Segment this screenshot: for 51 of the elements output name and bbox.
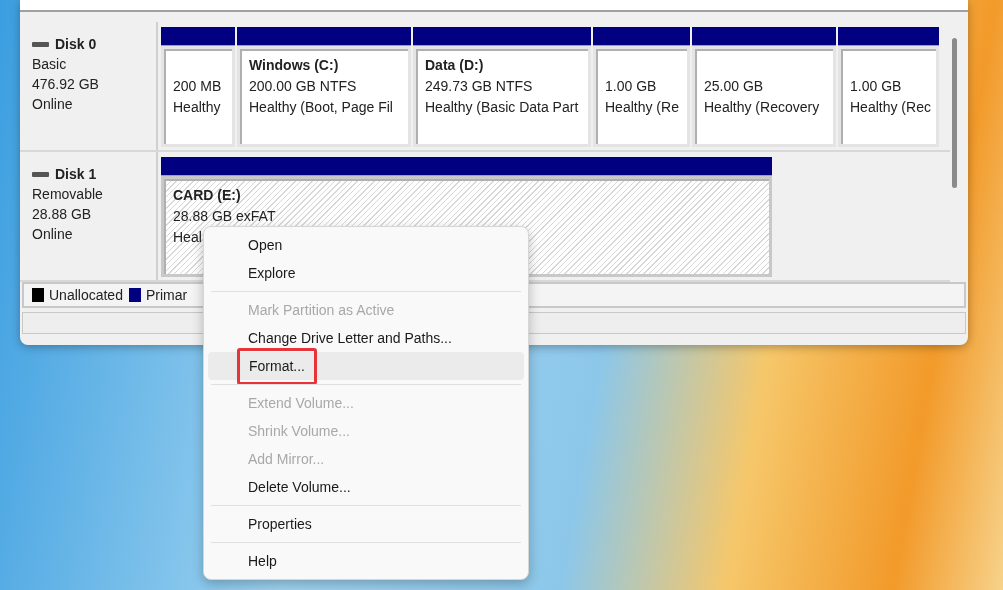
partition-panel[interactable]: 1.00 GB Healthy (Re	[593, 46, 690, 147]
menu-item[interactable]: Help	[208, 547, 524, 575]
volume-status: Heal	[173, 228, 202, 247]
volume-size: 25.00 GB	[704, 77, 764, 96]
legend-label: Primar	[145, 285, 188, 305]
menu-item-label: Help	[248, 551, 277, 571]
menu-item-label: Add Mirror...	[248, 449, 325, 469]
volume-name: Windows (C:)	[249, 56, 339, 75]
disk-name: Disk 1	[55, 165, 97, 184]
menu-item-label: Extend Volume...	[248, 393, 354, 413]
volume-size: 1.00 GB	[605, 77, 657, 96]
disk-size: 476.92 GB	[32, 75, 99, 94]
partition-panel[interactable]: Data (D:) 249.73 GB NTFS Healthy (Basic Data Part	[413, 46, 591, 147]
disk-status: Online	[32, 225, 73, 244]
volume-size: 249.73 GB NTFS	[425, 77, 533, 96]
menu-item-label: Open	[248, 235, 283, 255]
menu-item[interactable]: Delete Volume...	[208, 473, 524, 501]
partition-panel[interactable]: 25.00 GB Healthy (Recovery	[692, 46, 836, 147]
disk-drive-icon	[32, 41, 49, 47]
volume-size: 200.00 GB NTFS	[249, 77, 357, 96]
menu-item[interactable]: Properties	[208, 510, 524, 538]
menu-item[interactable]: Open	[208, 231, 524, 259]
disk-size: 28.88 GB	[32, 205, 92, 224]
volume-status: Healthy (Basic Data Part	[425, 98, 579, 117]
legend-label: Unallocated	[49, 285, 123, 305]
disk-type: Removable	[32, 185, 103, 204]
volume-name: Data (D:)	[425, 56, 484, 75]
volume-status: Healthy (Re	[605, 98, 679, 117]
volume-status: Healthy	[173, 98, 221, 117]
volume-size: 1.00 GB	[850, 77, 902, 96]
volume-size: 200 MB	[173, 77, 222, 96]
partition-panel[interactable]: 1.00 GB Healthy (Rec	[838, 46, 939, 147]
menu-item-label: Shrink Volume...	[248, 421, 350, 441]
volume-size: 28.88 GB exFAT	[173, 207, 276, 226]
disk-type: Basic	[32, 55, 67, 74]
menu-item-label: Explore	[248, 263, 296, 283]
scrollbar-thumb[interactable]	[952, 38, 957, 188]
volume-name: CARD (E:)	[173, 186, 241, 205]
partition-panel[interactable]: 200 MB Healthy	[161, 46, 235, 147]
disk-status: Online	[32, 95, 73, 114]
volume-status: Healthy (Rec	[850, 98, 931, 117]
volume-status: Healthy (Recovery	[704, 98, 820, 117]
menu-item-label: Mark Partition as Active	[248, 300, 395, 320]
disk-name: Disk 0	[55, 35, 97, 54]
partition-panel[interactable]: Windows (C:) 200.00 GB NTFS Healthy (Boot, Page Fil	[237, 46, 411, 147]
disk-drive-icon	[32, 171, 49, 177]
volume-status: Healthy (Boot, Page Fil	[249, 98, 393, 117]
menu-item-label: Change Drive Letter and Paths...	[248, 328, 452, 348]
menu-item-label: Delete Volume...	[248, 477, 351, 497]
menu-item[interactable]: Explore	[208, 259, 524, 287]
menu-item-label: Properties	[248, 514, 312, 534]
